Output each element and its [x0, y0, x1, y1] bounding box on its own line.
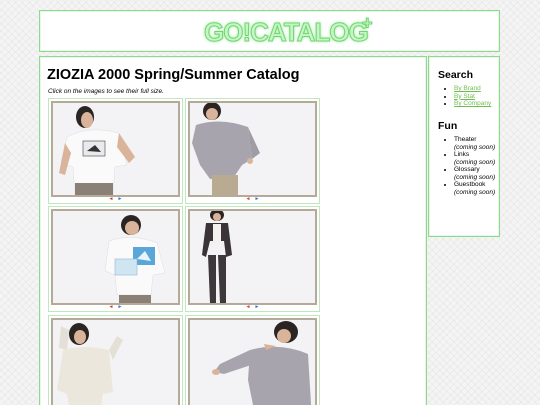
- thumbnail-nav: ◄ ►: [49, 304, 182, 310]
- fun-item-links: Links: [454, 151, 470, 158]
- list-item: Theater (coming soon): [454, 136, 495, 151]
- catalog-thumbnail: [48, 315, 183, 405]
- coming-soon-note: (coming soon): [454, 158, 496, 166]
- list-item: Glossary (coming soon): [454, 166, 495, 181]
- search-links-list: By Brand By Stat By Company: [446, 85, 491, 108]
- model-photo-icon: [190, 211, 315, 303]
- thumbnail-nav: ◄ ►: [186, 304, 319, 310]
- thumbnail-nav: ◄ ►: [186, 196, 319, 202]
- search-by-brand-link[interactable]: By Brand: [454, 85, 481, 92]
- fun-item-theater: Theater: [454, 136, 477, 143]
- next-arrow-icon[interactable]: ►: [118, 196, 123, 202]
- thumbnail-image-dark-suit[interactable]: [188, 209, 317, 305]
- catalog-thumbnail: [185, 315, 320, 405]
- list-item: By Brand: [454, 85, 491, 93]
- fun-item-guestbook: Guestbook: [454, 181, 486, 188]
- search-by-company-link[interactable]: By Company: [454, 100, 491, 107]
- prev-arrow-icon[interactable]: ◄: [246, 196, 251, 202]
- search-heading: Search: [438, 69, 474, 81]
- thumbnail-image-cream-sweater[interactable]: [51, 318, 180, 405]
- search-by-stat-link[interactable]: By Stat: [454, 93, 475, 100]
- coming-soon-note: (coming soon): [454, 143, 496, 151]
- next-arrow-icon[interactable]: ►: [118, 304, 123, 310]
- logo-plus-icon: +: [362, 13, 373, 34]
- list-item: By Stat: [454, 93, 491, 101]
- catalog-thumbnail: ◄ ►: [48, 98, 183, 204]
- thumbnail-image-white-tshirt[interactable]: [51, 101, 180, 197]
- prev-arrow-icon[interactable]: ◄: [109, 196, 114, 202]
- thumbnail-nav: ◄ ►: [49, 196, 182, 202]
- header-panel: GO!CATALOG +: [39, 10, 500, 52]
- coming-soon-note: (coming soon): [454, 173, 496, 181]
- next-arrow-icon[interactable]: ►: [255, 196, 260, 202]
- page-subtitle: Click on the images to see their full si…: [48, 88, 164, 95]
- catalog-thumbnail: ◄ ►: [185, 98, 320, 204]
- catalog-thumbnail: ◄ ►: [48, 206, 183, 312]
- fun-list: Theater (coming soon) Links (coming soon…: [446, 136, 495, 196]
- prev-arrow-icon[interactable]: ◄: [109, 304, 114, 310]
- model-photo-icon: [190, 103, 315, 195]
- next-arrow-icon[interactable]: ►: [255, 304, 260, 310]
- catalog-panel: ZIOZIA 2000 Spring/Summer Catalog Click …: [39, 56, 427, 405]
- model-photo-icon: [53, 320, 178, 405]
- fun-heading: Fun: [438, 120, 458, 132]
- model-photo-icon: [190, 320, 315, 405]
- page-title: ZIOZIA 2000 Spring/Summer Catalog: [47, 67, 300, 83]
- model-photo-icon: [53, 211, 178, 303]
- coming-soon-note: (coming soon): [454, 188, 496, 196]
- fun-item-glossary: Glossary: [454, 166, 480, 173]
- sidebar-panel: Search By Brand By Stat By Company Fun T…: [428, 56, 500, 237]
- site-logo[interactable]: GO!CATALOG: [204, 17, 370, 48]
- catalog-thumbnail: ◄ ►: [185, 206, 320, 312]
- prev-arrow-icon[interactable]: ◄: [246, 304, 251, 310]
- model-photo-icon: [53, 103, 178, 195]
- thumbnail-image-grey-sweater-crouch[interactable]: [188, 318, 317, 405]
- list-item: By Company: [454, 100, 491, 108]
- list-item: Guestbook (coming soon): [454, 181, 495, 196]
- list-item: Links (coming soon): [454, 151, 495, 166]
- thumbnail-image-white-tshirt-book[interactable]: [51, 209, 180, 305]
- thumbnail-image-grey-sweater[interactable]: [188, 101, 317, 197]
